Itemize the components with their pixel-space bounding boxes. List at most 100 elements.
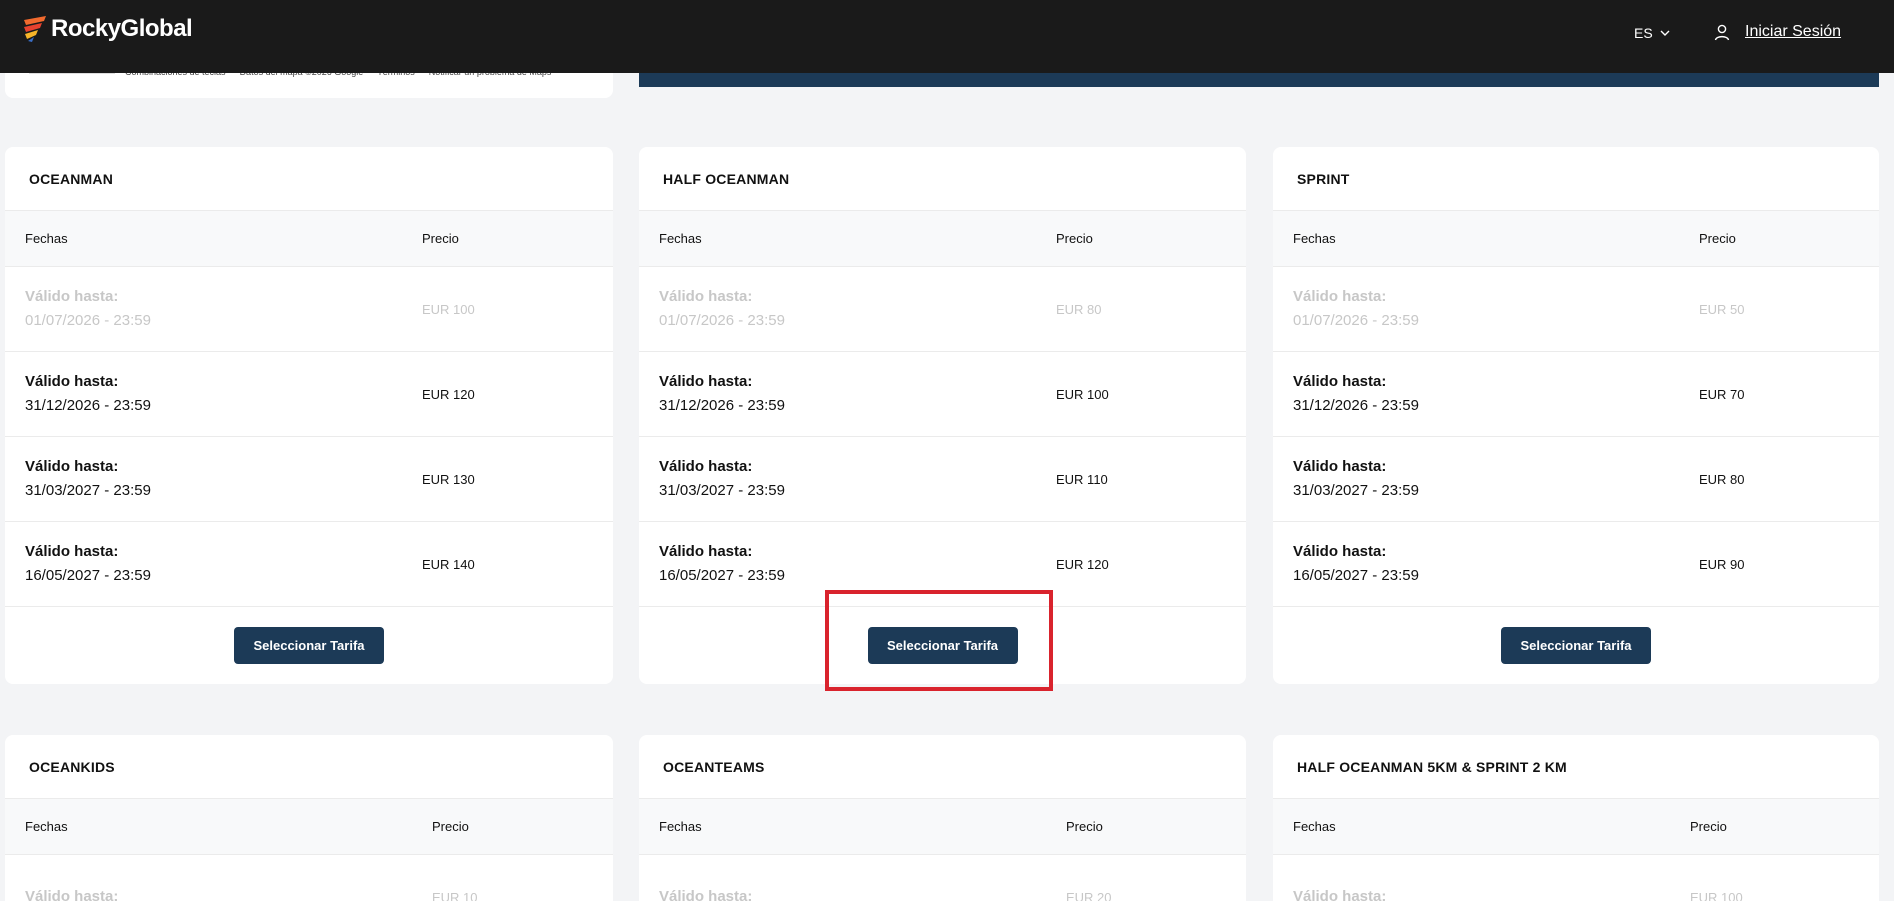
tariff-card-sprint: SPRINT Fechas Precio Válido hasta: 01/07… bbox=[1273, 147, 1879, 684]
table-row: Válido hasta: 01/07/2026 - 23:59 EUR 80 bbox=[639, 267, 1246, 352]
price-value: EUR 120 bbox=[1056, 556, 1109, 572]
col-price-header: Precio bbox=[1056, 231, 1093, 246]
col-dates-header: Fechas bbox=[25, 231, 68, 246]
tariff-card-oceanteams: OCEANTEAMS Fechas Precio Válido hasta: E… bbox=[639, 735, 1246, 901]
price-value: EUR 20 bbox=[1066, 889, 1112, 901]
table-row: Válido hasta: 31/03/2027 - 23:59 EUR 110 bbox=[639, 437, 1246, 522]
valid-until-date: 16/05/2027 - 23:59 bbox=[1293, 567, 1419, 584]
select-tariff-button[interactable]: Seleccionar Tarifa bbox=[1501, 627, 1651, 664]
brand-name: RockyGlobal bbox=[51, 15, 193, 42]
valid-until-label: Válido hasta: bbox=[659, 888, 753, 901]
price-value: EUR 80 bbox=[1056, 301, 1102, 317]
price-value: EUR 120 bbox=[422, 386, 475, 402]
table-row: Válido hasta: EUR 10 bbox=[5, 855, 613, 901]
card-title: SPRINT bbox=[1273, 147, 1879, 211]
valid-until-label: Válido hasta: bbox=[25, 373, 119, 390]
valid-until-date: 31/03/2027 - 23:59 bbox=[1293, 482, 1419, 499]
table-header: Fechas Precio bbox=[5, 211, 613, 267]
table-row: Válido hasta: 01/07/2026 - 23:59 EUR 100 bbox=[5, 267, 613, 352]
card-title: OCEANKIDS bbox=[5, 735, 613, 799]
tariff-card-oceankids: OCEANKIDS Fechas Precio Válido hasta: EU… bbox=[5, 735, 613, 901]
valid-until-date: 31/03/2027 - 23:59 bbox=[25, 482, 151, 499]
table-row: Válido hasta: 01/07/2026 - 23:59 EUR 50 bbox=[1273, 267, 1879, 352]
card-footer: Seleccionar Tarifa bbox=[639, 607, 1246, 684]
table-row: Válido hasta: 31/12/2026 - 23:59 EUR 70 bbox=[1273, 352, 1879, 437]
language-code: ES bbox=[1634, 25, 1653, 41]
card-footer: Seleccionar Tarifa bbox=[1273, 607, 1879, 684]
top-navbar: RockyGlobal ES Iniciar Sesión bbox=[0, 0, 1894, 73]
valid-until-date: 31/12/2026 - 23:59 bbox=[659, 397, 785, 414]
col-price-header: Precio bbox=[1699, 231, 1736, 246]
table-row: Válido hasta: 16/05/2027 - 23:59 EUR 120 bbox=[639, 522, 1246, 607]
valid-until-date: 01/07/2026 - 23:59 bbox=[1293, 312, 1419, 329]
table-header: Fechas Precio bbox=[639, 211, 1246, 267]
select-tariff-button[interactable]: Seleccionar Tarifa bbox=[867, 627, 1018, 664]
price-value: EUR 100 bbox=[422, 301, 475, 317]
price-value: EUR 130 bbox=[422, 471, 475, 487]
login-link[interactable]: Iniciar Sesión bbox=[1745, 23, 1841, 41]
table-header: Fechas Precio bbox=[1273, 211, 1879, 267]
col-dates-header: Fechas bbox=[659, 231, 702, 246]
price-value: EUR 90 bbox=[1699, 556, 1745, 572]
valid-until-label: Válido hasta: bbox=[25, 543, 119, 560]
table-row: Válido hasta: 31/12/2026 - 23:59 EUR 120 bbox=[5, 352, 613, 437]
price-value: EUR 100 bbox=[1690, 889, 1743, 901]
valid-until-label: Válido hasta: bbox=[25, 888, 119, 901]
price-value: EUR 70 bbox=[1699, 386, 1745, 402]
valid-until-label: Válido hasta: bbox=[25, 458, 119, 475]
chevron-down-icon bbox=[1660, 30, 1670, 36]
table-header: Fechas Precio bbox=[639, 799, 1246, 855]
price-value: EUR 10 bbox=[432, 889, 478, 901]
col-dates-header: Fechas bbox=[25, 819, 68, 834]
table-row: Válido hasta: 31/03/2027 - 23:59 EUR 80 bbox=[1273, 437, 1879, 522]
select-tariff-button[interactable]: Seleccionar Tarifa bbox=[234, 627, 384, 664]
valid-until-date: 01/07/2026 - 23:59 bbox=[659, 312, 785, 329]
table-header: Fechas Precio bbox=[5, 799, 613, 855]
col-price-header: Precio bbox=[432, 819, 469, 834]
valid-until-label: Válido hasta: bbox=[659, 543, 753, 560]
tariff-card-half-oceanman: HALF OCEANMAN Fechas Precio Válido hasta… bbox=[639, 147, 1246, 684]
col-price-header: Precio bbox=[1066, 819, 1103, 834]
col-dates-header: Fechas bbox=[1293, 819, 1336, 834]
user-icon bbox=[1714, 24, 1730, 41]
table-row: Válido hasta: 31/12/2026 - 23:59 EUR 100 bbox=[639, 352, 1246, 437]
card-title: OCEANTEAMS bbox=[639, 735, 1246, 799]
card-footer: Seleccionar Tarifa bbox=[5, 607, 613, 684]
valid-until-label: Válido hasta: bbox=[1293, 543, 1387, 560]
valid-until-label: Válido hasta: bbox=[1293, 288, 1387, 305]
valid-until-date: 31/12/2026 - 23:59 bbox=[1293, 397, 1419, 414]
valid-until-label: Válido hasta: bbox=[1293, 458, 1387, 475]
price-value: EUR 80 bbox=[1699, 471, 1745, 487]
valid-until-label: Válido hasta: bbox=[659, 373, 753, 390]
brand-logo[interactable]: RockyGlobal bbox=[22, 14, 193, 44]
tariff-card-oceanman: OCEANMAN Fechas Precio Válido hasta: 01/… bbox=[5, 147, 613, 684]
price-value: EUR 140 bbox=[422, 556, 475, 572]
col-dates-header: Fechas bbox=[1293, 231, 1336, 246]
price-value: EUR 50 bbox=[1699, 301, 1745, 317]
valid-until-label: Válido hasta: bbox=[659, 288, 753, 305]
brand-logo-icon bbox=[24, 16, 46, 42]
valid-until-date: 16/05/2027 - 23:59 bbox=[25, 567, 151, 584]
valid-until-label: Válido hasta: bbox=[25, 288, 119, 305]
card-title: HALF OCEANMAN 5KM & SPRINT 2 KM bbox=[1273, 735, 1879, 799]
language-selector[interactable]: ES bbox=[1634, 22, 1671, 44]
valid-until-date: 16/05/2027 - 23:59 bbox=[659, 567, 785, 584]
valid-until-date: 31/03/2027 - 23:59 bbox=[659, 482, 785, 499]
col-dates-header: Fechas bbox=[659, 819, 702, 834]
valid-until-date: 01/07/2026 - 23:59 bbox=[25, 312, 151, 329]
col-price-header: Precio bbox=[422, 231, 459, 246]
card-title: HALF OCEANMAN bbox=[639, 147, 1246, 211]
valid-until-date: 31/12/2026 - 23:59 bbox=[25, 397, 151, 414]
valid-until-label: Válido hasta: bbox=[1293, 888, 1387, 901]
card-title: OCEANMAN bbox=[5, 147, 613, 211]
login-area[interactable]: Iniciar Sesión bbox=[1713, 20, 1841, 44]
table-row: Válido hasta: 16/05/2027 - 23:59 EUR 140 bbox=[5, 522, 613, 607]
table-row: Válido hasta: 31/03/2027 - 23:59 EUR 130 bbox=[5, 437, 613, 522]
valid-until-label: Válido hasta: bbox=[659, 458, 753, 475]
table-row: Válido hasta: EUR 100 bbox=[1273, 855, 1879, 901]
valid-until-label: Válido hasta: bbox=[1293, 373, 1387, 390]
table-row: Válido hasta: EUR 20 bbox=[639, 855, 1246, 901]
price-value: EUR 110 bbox=[1056, 471, 1108, 487]
table-header: Fechas Precio bbox=[1273, 799, 1879, 855]
price-value: EUR 100 bbox=[1056, 386, 1109, 402]
